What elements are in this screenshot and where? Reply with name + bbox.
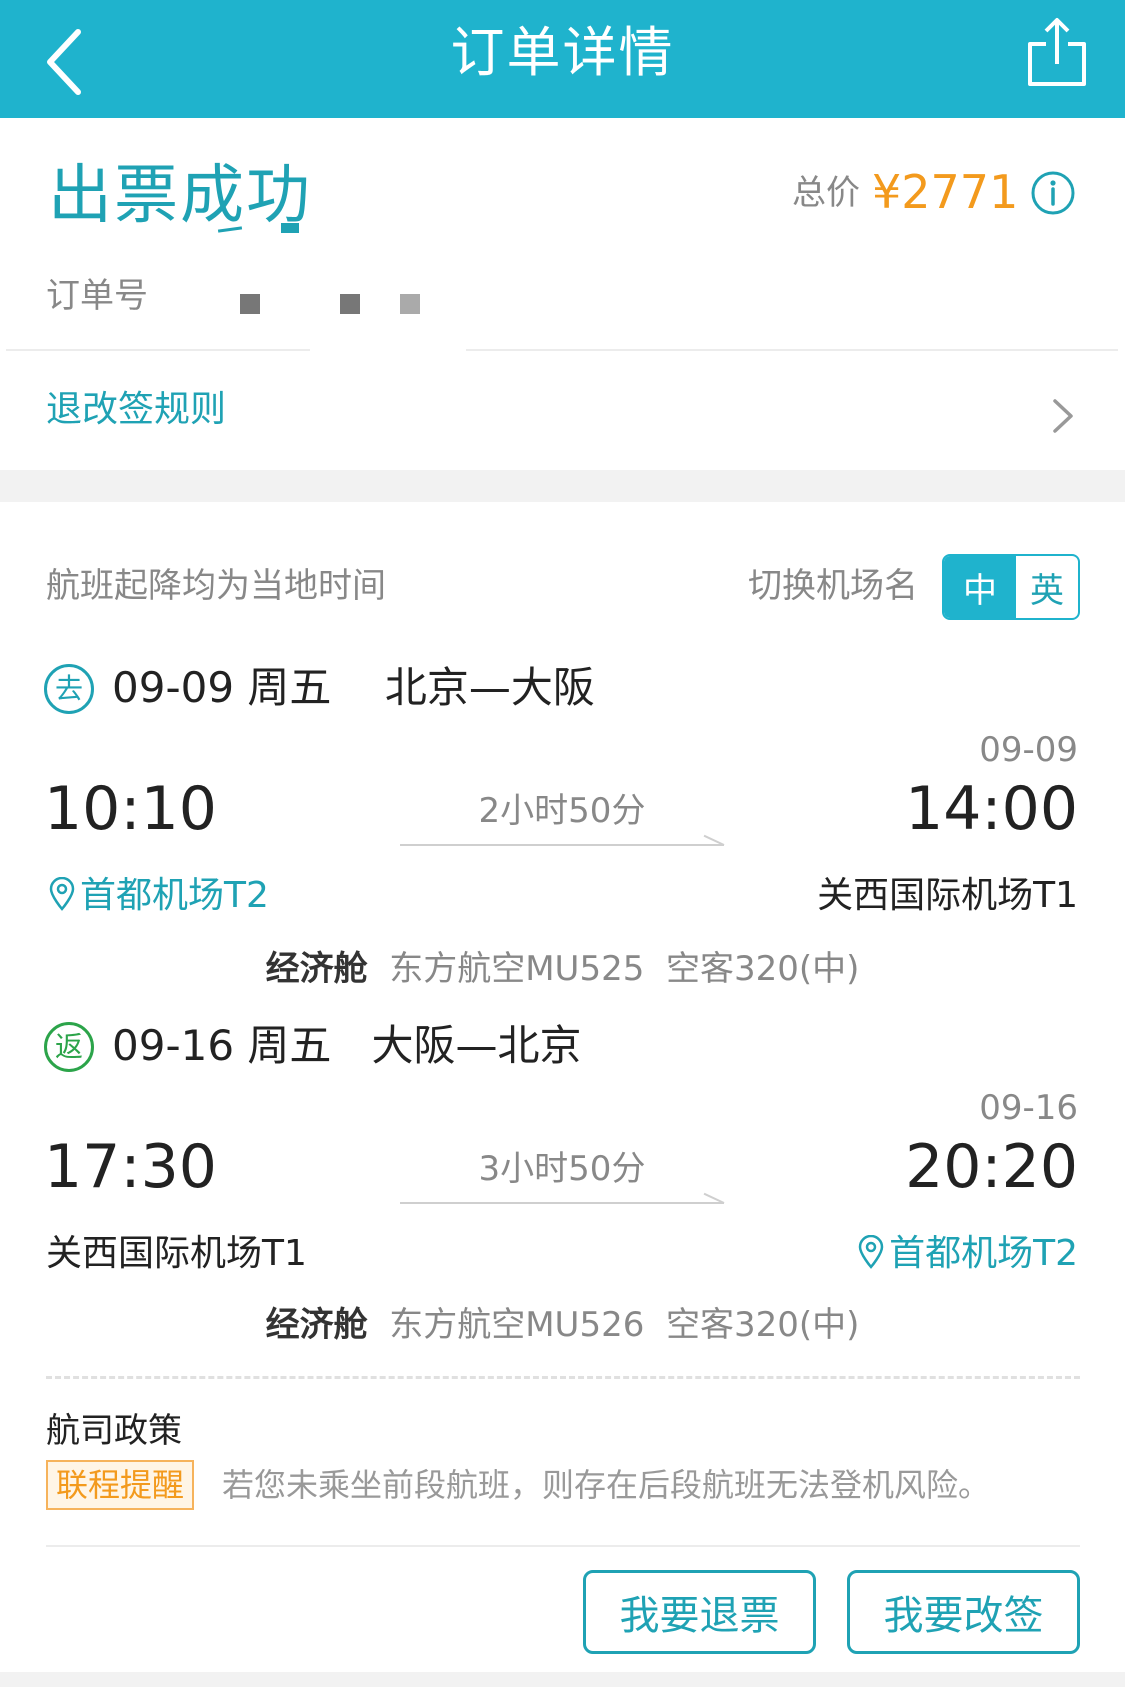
- departure-airport-link[interactable]: 首都机场T2: [48, 872, 269, 920]
- segment-header: 09-09 周五 北京—大阪: [112, 660, 595, 716]
- flight-details: 经济舱 东方航空MU526 空客320(中): [0, 1302, 1125, 1348]
- outbound-badge: 去: [44, 664, 94, 714]
- total-price-value: ¥2771: [872, 165, 1019, 219]
- lang-option-english[interactable]: 英: [1016, 556, 1078, 618]
- duration-line: [400, 844, 724, 846]
- order-status: 出票成功: [48, 159, 312, 233]
- change-ticket-button[interactable]: 我要改签: [847, 1570, 1080, 1654]
- segment-date: 09-09: [112, 663, 235, 712]
- departure-airport-name: 首都机场T2: [80, 875, 269, 916]
- share-icon[interactable]: [1024, 14, 1090, 90]
- divider: [6, 349, 310, 351]
- segment-route: 大阪—北京: [371, 1021, 582, 1070]
- refund-button[interactable]: 我要退票: [583, 1570, 816, 1654]
- flight-duration: 3小时50分: [478, 1149, 646, 1189]
- chevron-right-icon[interactable]: [1050, 396, 1076, 436]
- bottom-separator: [0, 1672, 1125, 1687]
- arrival-airport-link[interactable]: 首都机场T2: [857, 1230, 1078, 1278]
- airline-flight: 东方航空MU526: [389, 1305, 645, 1345]
- switch-airport-name-label: 切换机场名: [748, 566, 918, 606]
- status-mark-decoration: [281, 223, 299, 233]
- segment-route: 北京—大阪: [384, 663, 595, 712]
- departure-airport-name: 关西国际机场T1: [46, 1233, 307, 1274]
- flight-details: 经济舱 东方航空MU525 空客320(中): [0, 946, 1125, 992]
- segment-header: 09-16 周五 大阪—北京: [112, 1018, 582, 1074]
- arrival-date: 09-16: [979, 1088, 1078, 1128]
- location-pin-icon: [858, 1235, 884, 1269]
- arrival-airport-name: 关西国际机场T1: [817, 875, 1078, 916]
- connection-reminder-text: 若您未乘坐前段航班，则存在后段航班无法登机风险。: [222, 1466, 991, 1504]
- airline-flight: 东方航空MU525: [389, 949, 645, 989]
- aircraft-type: 空客320(中): [665, 1305, 860, 1345]
- divider: [466, 349, 1118, 351]
- divider: [46, 1545, 1080, 1547]
- arrival-time: 20:20: [905, 1132, 1078, 1202]
- departure-time: 17:30: [44, 1132, 217, 1202]
- navigation-bar: 订单详情: [0, 0, 1125, 118]
- airline-policy-title: 航司政策: [46, 1411, 182, 1451]
- duration-line: [400, 1202, 724, 1204]
- lang-option-chinese[interactable]: 中: [944, 556, 1016, 618]
- change-rules-link[interactable]: 退改签规则: [46, 386, 226, 434]
- arrival-date: 09-09: [979, 730, 1078, 770]
- segment-weekday: 周五: [247, 1021, 332, 1070]
- order-number-label: 订单号: [46, 276, 148, 316]
- segment-date: 09-16: [112, 1021, 235, 1070]
- cabin-class: 经济舱: [265, 1305, 368, 1345]
- segment-weekday: 周五: [247, 663, 332, 712]
- flight-duration: 2小时50分: [478, 791, 646, 831]
- page-title: 订单详情: [450, 21, 675, 84]
- section-separator: [0, 470, 1125, 502]
- arrival-time: 14:00: [905, 774, 1078, 844]
- info-icon[interactable]: [1030, 170, 1076, 216]
- connection-reminder-tag: 联程提醒: [46, 1460, 195, 1510]
- return-badge: 返: [44, 1022, 94, 1072]
- aircraft-type: 空客320(中): [665, 949, 860, 989]
- local-time-note: 航班起降均为当地时间: [46, 566, 386, 606]
- order-number-redaction: [400, 294, 420, 314]
- order-number-redaction: [340, 294, 360, 314]
- order-number-redaction: [240, 294, 260, 314]
- dashed-divider: [46, 1376, 1080, 1379]
- departure-time: 10:10: [44, 774, 217, 844]
- airport-language-toggle[interactable]: 中 英: [942, 554, 1080, 620]
- arrival-airport-label: 首都机场T2: [889, 1233, 1078, 1274]
- location-pin-icon: [49, 877, 75, 911]
- cabin-class: 经济舱: [265, 949, 368, 989]
- total-price-label: 总价: [792, 173, 860, 213]
